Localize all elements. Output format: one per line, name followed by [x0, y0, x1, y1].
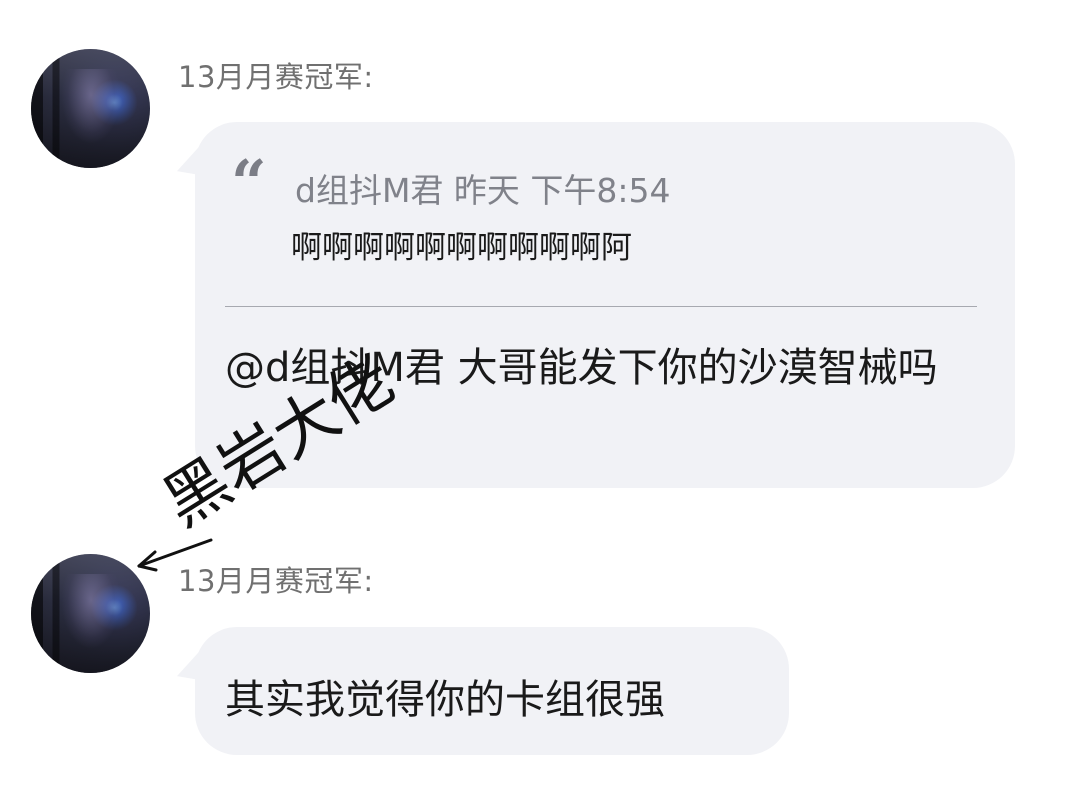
sender-name: 13月月赛冠军: — [178, 60, 374, 94]
quoted-message-meta: d组抖M君 昨天 下午8:54 — [295, 171, 671, 210]
avatar[interactable] — [31, 49, 150, 168]
avatar[interactable] — [31, 554, 150, 673]
sender-name: 13月月赛冠军: — [178, 564, 374, 598]
quote-icon: “ — [231, 146, 267, 219]
message-bubble[interactable]: 其实我觉得你的卡组很强 — [195, 627, 789, 755]
message-text: 其实我觉得你的卡组很强 — [225, 677, 665, 723]
quoted-message-text: 啊啊啊啊啊啊啊啊啊啊阿 — [291, 230, 632, 266]
quote-divider — [225, 306, 977, 307]
